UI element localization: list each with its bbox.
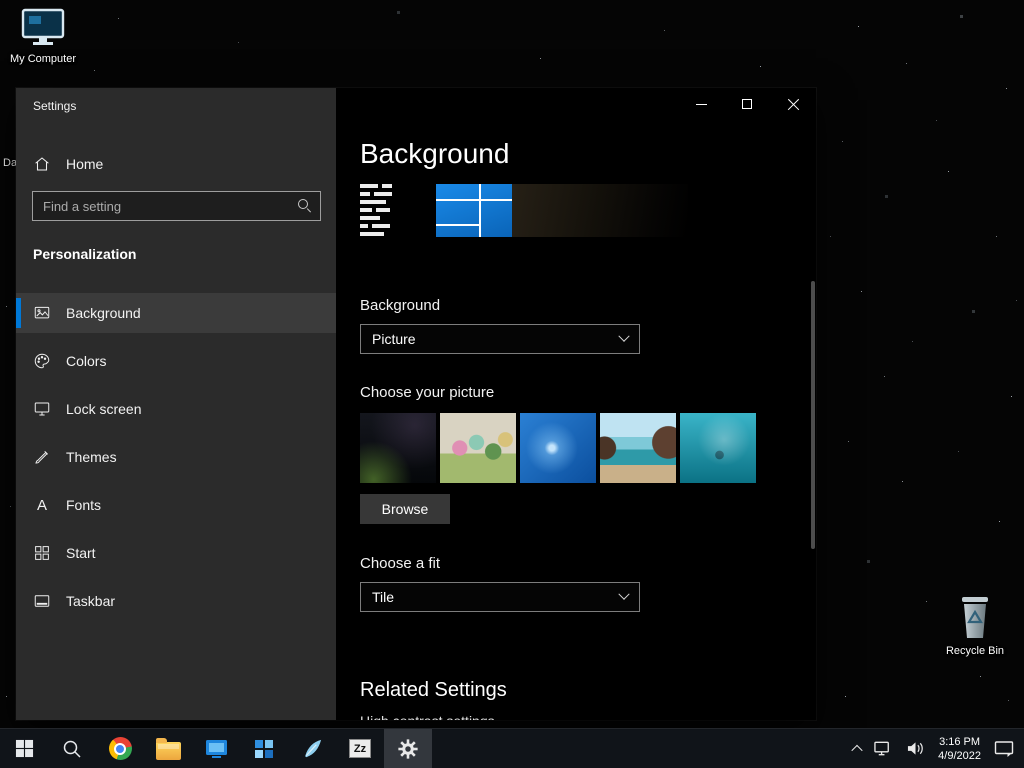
sidebar-item-fonts[interactable]: A Fonts [16,485,336,525]
picture-thumbnail-4[interactable] [600,413,676,483]
taskbar-file-explorer-button[interactable] [144,729,192,768]
choose-picture-label: Choose your picture [360,384,495,401]
taskbar-app-display-button[interactable] [192,729,240,768]
close-button[interactable] [770,88,816,120]
paintbrush-icon [33,448,51,466]
sidebar-item-themes[interactable]: Themes [16,437,336,477]
sidebar-item-label: Fonts [66,497,102,513]
background-image-icon [33,304,51,322]
action-center-icon[interactable] [994,740,1014,758]
fonts-icon: A [36,496,47,514]
tray-expand-icon[interactable] [851,744,863,756]
taskbar-settings-button[interactable] [384,729,432,768]
tile-preview-window [436,184,512,237]
sidebar-item-label: Background [66,305,141,321]
browse-button[interactable]: Browse [360,494,450,524]
related-settings-heading: Related Settings [360,679,507,701]
sidebar-item-lock-screen[interactable]: Lock screen [16,389,336,429]
recycle-bin-icon [955,594,995,640]
tile-preview-text [360,184,406,236]
background-type-value: Picture [372,331,416,347]
settings-sidebar: Settings Home Personalization Bac [16,88,336,720]
my-computer-icon [21,8,65,45]
blue-app-icon [205,739,227,758]
network-icon[interactable] [874,741,893,757]
sidebar-item-label: Start [66,545,96,561]
feather-icon [304,739,321,758]
minimize-icon [695,103,707,105]
sidebar-item-colors[interactable]: Colors [16,341,336,381]
home-icon [33,155,51,173]
grid-app-icon [255,739,273,758]
sidebar-item-label: Taskbar [66,593,116,609]
clock-date: 4/9/2022 [938,749,981,762]
background-type-dropdown[interactable]: Picture [360,324,640,354]
sidebar-item-start[interactable]: Start [16,533,336,573]
scrollbar[interactable] [811,281,815,549]
picture-thumbnail-2[interactable] [440,413,516,483]
maximize-icon [742,99,752,109]
windows-logo-icon [15,739,33,758]
sidebar-item-background[interactable]: Background [16,293,336,333]
taskbar-search-button[interactable] [48,729,96,768]
palette-icon [33,352,51,370]
window-title: Settings [33,99,77,113]
system-tray: 3:16 PM 4/9/2022 [851,729,1024,768]
desktop-icon-label: My Computer [9,53,77,65]
sidebar-item-label: Home [66,156,104,172]
desktop-icon-label: Recycle Bin [945,645,1005,657]
background-field-label: Background [360,297,441,314]
picture-thumbnail-5[interactable] [680,413,756,483]
chevron-down-icon [618,588,630,600]
start-tiles-icon [33,544,51,562]
maximize-button[interactable] [724,88,770,120]
search-icon [63,740,81,758]
taskbar-rect-icon [33,592,51,610]
sidebar-item-label: Colors [66,353,107,369]
chrome-icon [108,737,132,760]
desktop-icon-my-computer[interactable]: My Computer [0,8,86,65]
search-icon[interactable] [298,199,312,213]
folder-icon [155,737,181,760]
sidebar-item-home[interactable]: Home [16,144,336,184]
taskbar-notepad-plus-button[interactable] [288,729,336,768]
desktop-icon-recycle-bin[interactable]: Recycle Bin [932,594,1018,657]
fit-dropdown[interactable]: Tile [360,582,640,612]
close-icon [787,98,800,111]
7zip-icon: Zz [349,739,371,758]
settings-window: Settings Home Personalization Bac [16,88,816,720]
tile-preview-desktop [512,184,688,237]
related-settings-link[interactable]: High contrast settings [360,713,495,720]
picture-thumbnail-1[interactable] [360,413,436,483]
search-box[interactable] [32,191,321,221]
minimize-button[interactable] [678,88,724,120]
window-controls [678,88,816,120]
picture-thumbnail-3[interactable] [520,413,596,483]
lock-screen-icon [33,400,51,418]
sidebar-item-label: Themes [66,449,117,465]
settings-content: Background Background Picture Choose you… [336,88,816,720]
sidebar-item-taskbar[interactable]: Taskbar [16,581,336,621]
sidebar-section-title: Personalization [33,246,137,262]
taskbar-chrome-button[interactable] [96,729,144,768]
search-input[interactable] [43,198,298,214]
partial-desktop-icon-label[interactable]: Da [3,157,17,169]
volume-icon[interactable] [906,740,925,757]
chevron-down-icon [618,330,630,342]
sidebar-item-label: Lock screen [66,401,142,417]
taskbar-clock[interactable]: 3:16 PM 4/9/2022 [938,735,981,763]
taskbar-7zip-button[interactable]: Zz [336,729,384,768]
gear-icon [398,738,418,759]
taskbar: Zz 3:16 PM 4/9/2022 [0,728,1024,768]
choose-fit-label: Choose a fit [360,555,441,572]
taskbar-app-grid-button[interactable] [240,729,288,768]
clock-time: 3:16 PM [939,735,981,748]
fit-value: Tile [372,589,395,605]
start-button[interactable] [0,729,48,768]
page-title: Background [360,138,510,169]
picture-thumbnails [360,413,756,483]
